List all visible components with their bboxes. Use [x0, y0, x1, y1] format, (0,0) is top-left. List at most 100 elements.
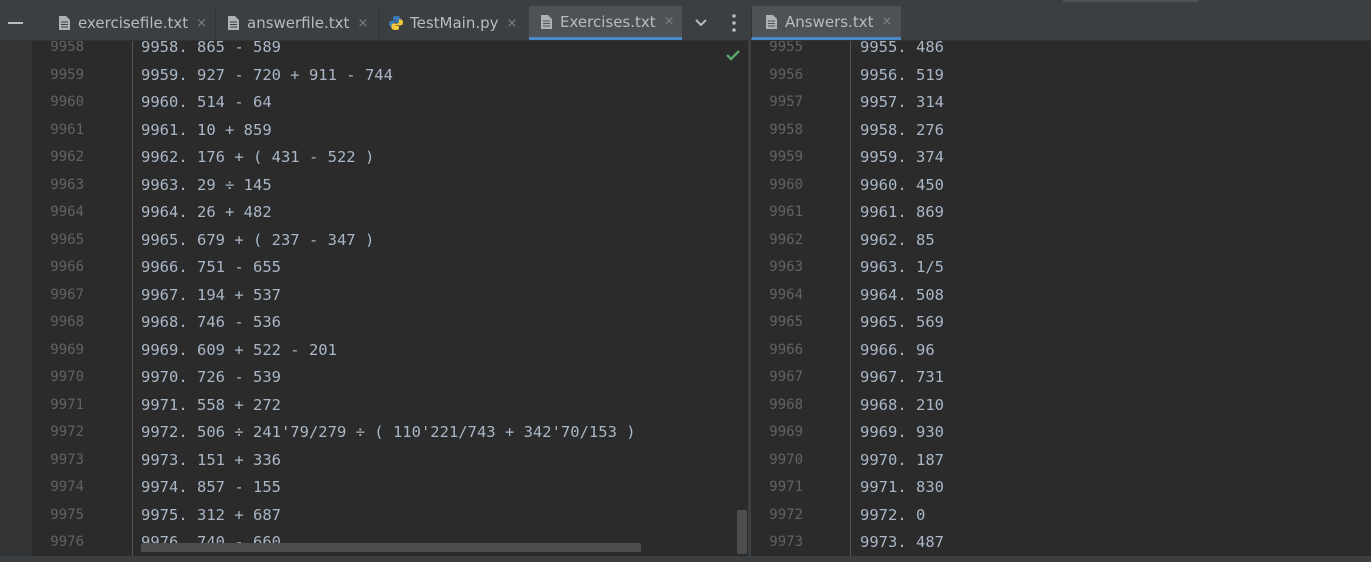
more-options-button[interactable]	[724, 6, 744, 40]
code-line[interactable]: 9961. 869	[860, 199, 944, 227]
line-number: 9967	[769, 369, 803, 385]
line-number: 9960	[50, 94, 84, 110]
line-number: 9969	[50, 341, 84, 358]
code-text[interactable]: 9955. 486 9956. 519 9957. 314 9958. 276 …	[860, 41, 944, 557]
code-line[interactable]: 9962. 176 + ( 431 - 522 )	[141, 144, 636, 172]
line-number: 9966	[769, 341, 803, 358]
line-number: 9965	[50, 231, 84, 248]
code-line[interactable]: 9969. 609 + 522 - 201	[141, 337, 636, 365]
code-line[interactable]: 9956. 519	[860, 62, 944, 90]
close-icon[interactable]: ×	[881, 14, 892, 29]
code-line[interactable]: 9971. 830	[860, 474, 944, 502]
line-number: 9971	[769, 479, 803, 495]
line-number: 9972	[50, 424, 84, 440]
line-number: 9973	[769, 534, 803, 550]
gutter-separator	[132, 41, 133, 557]
show-hidden-tabs-button[interactable]	[688, 6, 714, 40]
hide-tool-window-button[interactable]	[0, 6, 32, 40]
close-icon[interactable]: ×	[664, 14, 675, 29]
line-number: 9972	[769, 506, 803, 523]
line-number: 9959	[769, 149, 803, 165]
close-icon[interactable]: ×	[196, 16, 207, 31]
code-line[interactable]: 9969. 930	[860, 419, 944, 447]
line-number: 9963	[769, 259, 803, 275]
text-file-icon	[59, 16, 70, 30]
code-line[interactable]: 9965. 679 + ( 237 - 347 )	[141, 227, 636, 255]
code-line[interactable]: 9973. 487	[860, 529, 944, 557]
code-text[interactable]: 9958. 865 - 589 9959. 927 - 720 + 911 - …	[141, 41, 636, 557]
line-number: 9962	[50, 149, 84, 165]
vertical-scrollbar-thumb[interactable]	[737, 510, 747, 554]
line-number: 9970	[769, 451, 803, 468]
line-number: 9967	[50, 286, 84, 303]
minus-icon	[8, 22, 23, 24]
code-line[interactable]: 9966. 751 - 655	[141, 254, 636, 282]
code-line[interactable]: 9965. 569	[860, 309, 944, 337]
line-number-gutter: 9958 9959 9960 9961 9962 9963 9964 9965 …	[32, 41, 84, 557]
tab-label: exercisefile.txt	[78, 14, 189, 32]
title-slot	[1063, 0, 1198, 2]
code-line[interactable]: 9968. 746 - 536	[141, 309, 636, 337]
text-file-icon	[228, 16, 239, 30]
code-line[interactable]: 9960. 450	[860, 172, 944, 200]
close-icon[interactable]: ×	[507, 16, 518, 31]
line-number: 9970	[50, 369, 84, 385]
line-number: 9965	[769, 314, 803, 330]
text-file-icon	[541, 14, 552, 29]
code-line[interactable]: 9962. 85	[860, 227, 944, 255]
code-line[interactable]: 9973. 151 + 336	[141, 447, 636, 475]
line-number: 9958	[769, 121, 803, 138]
code-line[interactable]: 9967. 731	[860, 364, 944, 392]
code-line[interactable]: 9961. 10 + 859	[141, 117, 636, 145]
code-line[interactable]: 9971. 558 + 272	[141, 392, 636, 420]
line-number: 9961	[769, 204, 803, 220]
code-line[interactable]: 9964. 508	[860, 282, 944, 310]
code-line[interactable]: 9970. 726 - 539	[141, 364, 636, 392]
line-number: 9955	[769, 41, 803, 55]
line-number: 9966	[50, 259, 84, 275]
tab-testmain[interactable]: TestMain.py ×	[379, 6, 529, 40]
tab-exercisefile[interactable]: exercisefile.txt ×	[47, 6, 213, 40]
code-line[interactable]: 9963. 29 ÷ 145	[141, 172, 636, 200]
left-editor[interactable]: 9958 9959 9960 9961 9962 9963 9964 9965 …	[0, 41, 748, 557]
text-file-icon	[766, 14, 777, 29]
code-line[interactable]: 9964. 26 + 482	[141, 199, 636, 227]
line-number: 9973	[50, 451, 84, 468]
line-number: 9975	[50, 506, 84, 523]
line-number: 9974	[50, 479, 84, 495]
close-icon[interactable]: ×	[357, 16, 368, 31]
right-editor[interactable]: 9955 9956 9957 9958 9959 9960 9961 9962 …	[751, 41, 1371, 557]
tab-label: answerfile.txt	[247, 14, 350, 32]
python-file-icon	[389, 16, 403, 30]
code-line[interactable]: 9958. 865 - 589	[141, 41, 636, 62]
line-number: 9964	[769, 286, 803, 303]
line-number: 9961	[50, 121, 84, 138]
code-line[interactable]: 9959. 374	[860, 144, 944, 172]
horizontal-scrollbar-thumb[interactable]	[141, 543, 641, 552]
code-line[interactable]: 9972. 506 ÷ 241'79/279 ÷ ( 110'221/743 +…	[141, 419, 636, 447]
tool-strip	[0, 41, 32, 557]
code-line[interactable]: 9960. 514 - 64	[141, 89, 636, 117]
tab-exercises[interactable]: Exercises.txt ×	[529, 6, 682, 40]
code-line[interactable]: 9959. 927 - 720 + 911 - 744	[141, 62, 636, 90]
code-line[interactable]: 9966. 96	[860, 337, 944, 365]
code-line[interactable]: 9972. 0	[860, 502, 944, 530]
more-vertical-icon	[732, 14, 736, 32]
code-line[interactable]: 9975. 312 + 687	[141, 502, 636, 530]
code-line[interactable]: 9967. 194 + 537	[141, 282, 636, 310]
code-line[interactable]: 9968. 210	[860, 392, 944, 420]
code-line[interactable]: 9963. 1/5	[860, 254, 944, 282]
line-number: 9960	[769, 176, 803, 193]
tab-answers[interactable]: Answers.txt ×	[751, 6, 901, 40]
line-number: 9959	[50, 66, 84, 83]
tab-label: Exercises.txt	[560, 12, 656, 31]
code-line[interactable]: 9974. 857 - 155	[141, 474, 636, 502]
tab-answerfile[interactable]: answerfile.txt ×	[215, 6, 379, 40]
code-line[interactable]: 9958. 276	[860, 117, 944, 145]
code-line[interactable]: 9955. 486	[860, 41, 944, 62]
line-number: 9976	[50, 534, 84, 550]
line-number: 9962	[769, 231, 803, 248]
code-line[interactable]: 9970. 187	[860, 447, 944, 475]
code-line[interactable]: 9957. 314	[860, 89, 944, 117]
line-number: 9957	[769, 94, 803, 110]
